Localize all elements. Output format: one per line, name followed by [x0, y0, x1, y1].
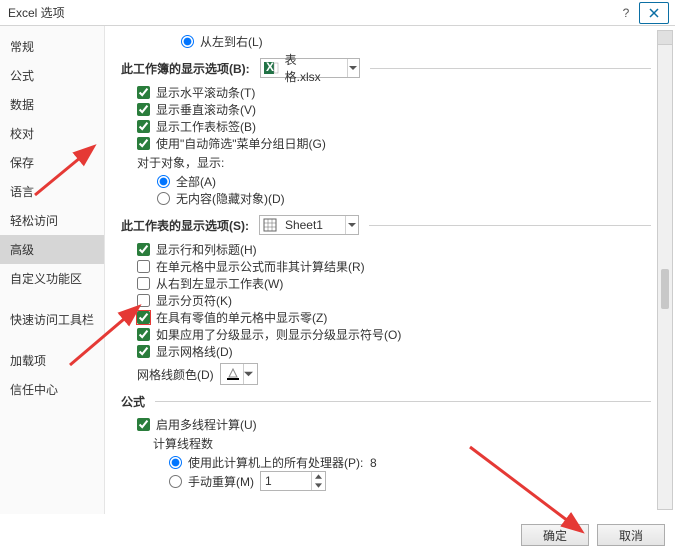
- close-icon: [649, 8, 659, 18]
- cancel-button[interactable]: 取消: [597, 524, 665, 546]
- dialog-footer: 确定 取消: [521, 524, 665, 546]
- sidebar-item[interactable]: 轻松访问: [0, 206, 104, 235]
- sidebar: 常规公式数据校对保存语言轻松访问高级自定义功能区快速访问工具栏加载项信任中心: [0, 26, 105, 514]
- radio-option[interactable]: 无内容(隐藏对象)(D): [157, 190, 651, 207]
- spinner-up[interactable]: [312, 472, 325, 481]
- checkbox-option[interactable]: 如果应用了分级显示，则显示分级显示符号(O): [137, 326, 651, 343]
- checkbox-option[interactable]: 显示水平滚动条(T): [137, 84, 651, 101]
- chevron-down-icon: [347, 59, 358, 77]
- radio-option[interactable]: 全部(A): [157, 173, 651, 190]
- sidebar-item[interactable]: 保存: [0, 148, 104, 177]
- object-display-label: 对于对象，显示:: [137, 154, 651, 171]
- help-button[interactable]: ?: [613, 6, 639, 20]
- content-pane: 从左到右(L) 此工作簿的显示选项(B): X 表格.xlsx 显示水平滚动条(…: [105, 26, 675, 514]
- vertical-scrollbar[interactable]: [657, 30, 673, 510]
- thread-count-spinner[interactable]: [260, 471, 326, 491]
- worksheet-dropdown[interactable]: Sheet1: [259, 215, 359, 235]
- compute-threads-label: 计算线程数: [153, 435, 651, 452]
- formula-section-label: 公式: [121, 393, 145, 410]
- sidebar-item[interactable]: 加载项: [0, 346, 104, 375]
- sidebar-item[interactable]: 常规: [0, 32, 104, 61]
- sidebar-item[interactable]: 信任中心: [0, 375, 104, 404]
- checkbox-option[interactable]: 显示行和列标题(H): [137, 241, 651, 258]
- sidebar-item[interactable]: 高级: [0, 235, 104, 264]
- checkbox-option[interactable]: 显示网格线(D): [137, 343, 651, 360]
- sheet-icon: [262, 216, 279, 234]
- chevron-down-icon: [243, 364, 253, 384]
- gridline-color-button[interactable]: [220, 363, 258, 385]
- gridline-color-label: 网格线颜色(D): [137, 366, 214, 383]
- sidebar-item[interactable]: 自定义功能区: [0, 264, 104, 293]
- scroll-thumb[interactable]: [661, 269, 669, 309]
- color-picker-icon: [225, 366, 241, 382]
- radio-left-to-right[interactable]: 从左到右(L): [181, 33, 263, 50]
- radio-all-processors[interactable]: 使用此计算机上的所有处理器(P): 8: [169, 454, 651, 471]
- worksheet-section-label: 此工作表的显示选项(S):: [121, 217, 249, 234]
- checkbox-multithread[interactable]: 启用多线程计算(U): [137, 416, 651, 433]
- workbook-display-section: 此工作簿的显示选项(B): X 表格.xlsx 显示水平滚动条(T)显示垂直滚动…: [121, 58, 651, 207]
- chevron-down-icon: [345, 216, 358, 234]
- close-button[interactable]: [639, 2, 669, 24]
- workbook-dropdown[interactable]: X 表格.xlsx: [260, 58, 360, 78]
- spinner-down[interactable]: [312, 481, 325, 490]
- formula-section: 公式 启用多线程计算(U) 计算线程数 使用此计算机上的所有处理器(P): 8 …: [121, 393, 651, 491]
- ok-button[interactable]: 确定: [521, 524, 589, 546]
- svg-text:X: X: [266, 60, 274, 74]
- radio-manual-recalc[interactable]: 手动重算(M): [169, 471, 651, 491]
- sidebar-item[interactable]: 校对: [0, 119, 104, 148]
- sidebar-item[interactable]: 数据: [0, 90, 104, 119]
- scroll-up-button[interactable]: [658, 31, 672, 45]
- checkbox-option[interactable]: 使用"自动筛选"菜单分组日期(G): [137, 135, 651, 152]
- sidebar-item[interactable]: 语言: [0, 177, 104, 206]
- workbook-section-label: 此工作簿的显示选项(B):: [121, 60, 250, 77]
- excel-file-icon: X: [263, 59, 279, 77]
- thread-count-input[interactable]: [261, 472, 305, 490]
- title-bar: Excel 选项 ?: [0, 0, 675, 26]
- checkbox-option[interactable]: 在单元格中显示公式而非其计算结果(R): [137, 258, 651, 275]
- checkbox-option[interactable]: 显示分页符(K): [137, 292, 651, 309]
- sidebar-item[interactable]: 公式: [0, 61, 104, 90]
- checkbox-option[interactable]: 从右到左显示工作表(W): [137, 275, 651, 292]
- worksheet-display-section: 此工作表的显示选项(S): Sheet1 显示行和列标题(H)在单元格中显示公式…: [121, 215, 651, 385]
- checkbox-option[interactable]: 在具有零值的单元格中显示零(Z): [137, 309, 651, 326]
- checkbox-option[interactable]: 显示工作表标签(B): [137, 118, 651, 135]
- checkbox-option[interactable]: 显示垂直滚动条(V): [137, 101, 651, 118]
- window-title: Excel 选项: [8, 4, 613, 21]
- sidebar-item[interactable]: 快速访问工具栏: [0, 305, 104, 334]
